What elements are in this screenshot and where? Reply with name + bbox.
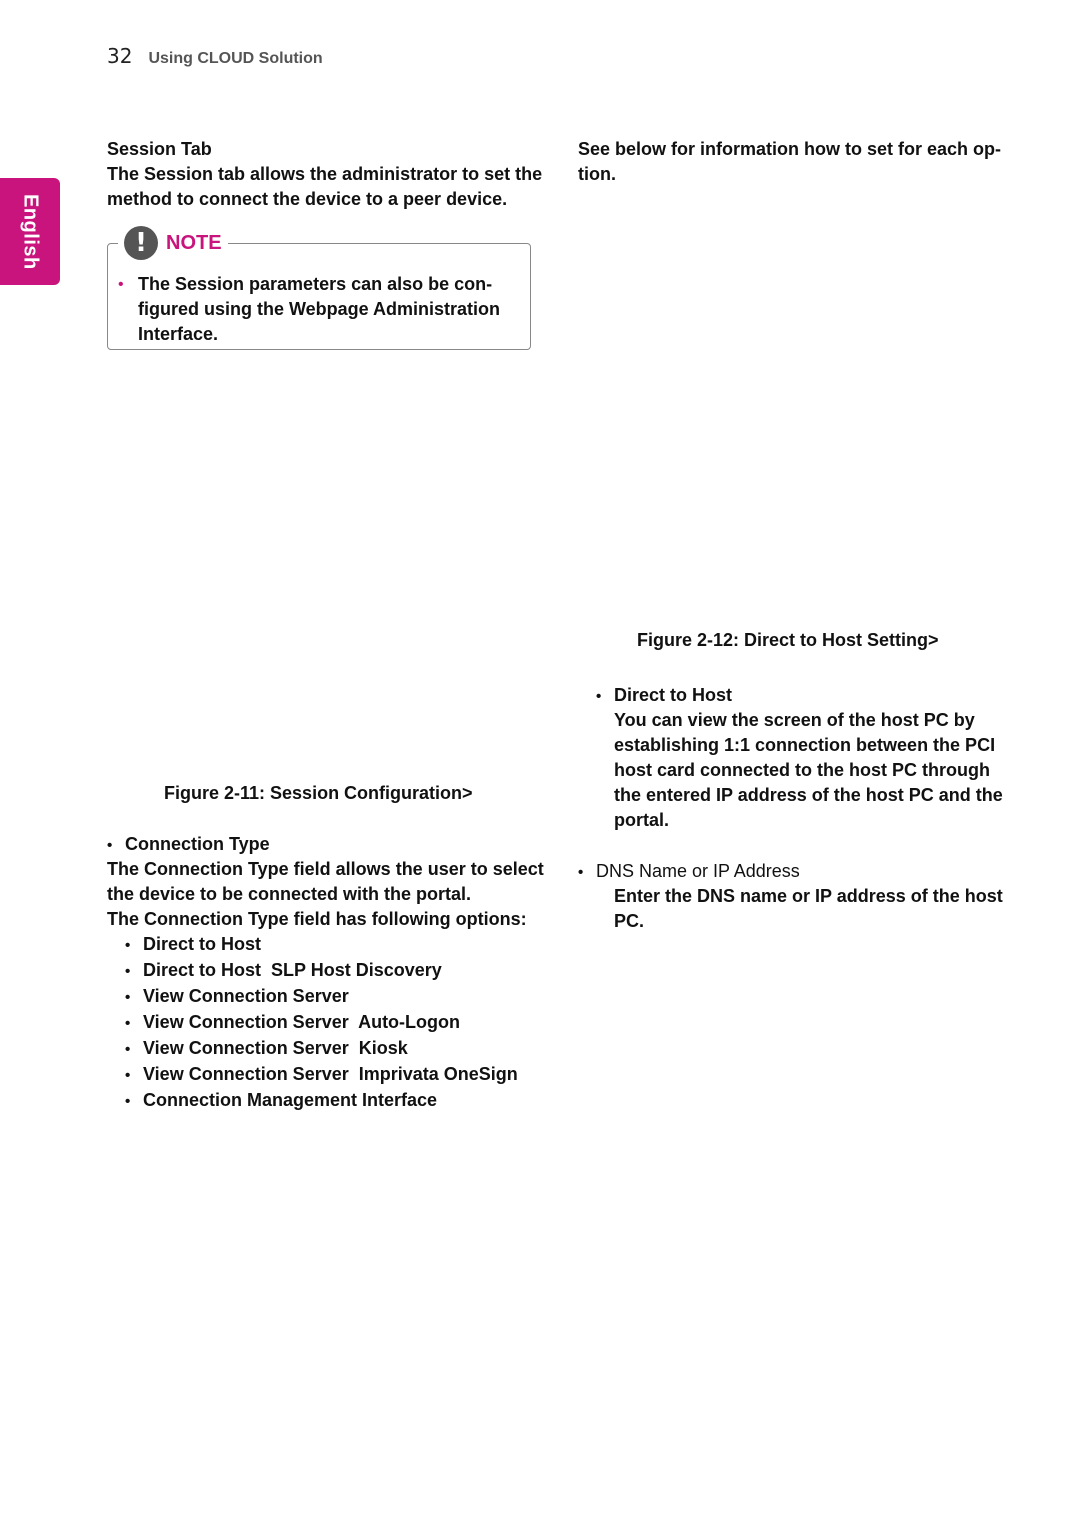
session-tab-heading: Session Tab bbox=[107, 139, 212, 159]
bullet-icon: • bbox=[125, 1041, 131, 1058]
bullet-icon: • bbox=[125, 1093, 131, 1110]
note-line: The Session parameters can also be con- bbox=[138, 274, 493, 294]
note-bullet-icon: • bbox=[118, 276, 124, 293]
language-label: English bbox=[19, 193, 42, 270]
section-title: Using CLOUD Solution bbox=[148, 50, 323, 67]
bullet-icon: • bbox=[125, 937, 131, 954]
bullet-icon: • bbox=[107, 837, 113, 854]
desc-line: PC. bbox=[614, 911, 645, 931]
option-label: Connection Management Interface bbox=[143, 1090, 438, 1110]
list-item: • View Connection Server bbox=[125, 984, 518, 1010]
connection-type-desc: The Connection Type field allows the use… bbox=[107, 857, 544, 932]
figure-caption-2-11: Figure 2-11: Session Configuration> bbox=[164, 783, 473, 803]
dns-name-title: • DNS Name or IP Address bbox=[578, 859, 800, 885]
list-item: • View Connection Server Auto-Logon bbox=[125, 1010, 518, 1036]
option-label: Direct to Host SLP Host Discovery bbox=[143, 960, 442, 980]
right-intro: See below for information how to set for… bbox=[578, 137, 1001, 187]
page-number: 32 bbox=[107, 44, 133, 68]
list-item: • View Connection Server Kiosk bbox=[125, 1036, 518, 1062]
bullet-icon: • bbox=[125, 989, 131, 1006]
bullet-icon: • bbox=[125, 963, 131, 980]
desc-line: portal. bbox=[614, 810, 670, 830]
desc-line: You can view the screen of the host PC b… bbox=[614, 710, 975, 730]
note-text: The Session parameters can also be con- … bbox=[138, 272, 500, 347]
option-label: View Connection Server Auto-Logon bbox=[143, 1012, 461, 1032]
desc-line: The Connection Type field allows the use… bbox=[107, 859, 544, 879]
desc-line: The Connection Type field has following … bbox=[107, 909, 527, 929]
direct-to-host-title: • Direct to Host bbox=[596, 683, 732, 709]
connection-type-title: • Connection Type bbox=[107, 832, 270, 858]
intro-line: tion. bbox=[578, 164, 616, 184]
desc-line: the device to be connected with the port… bbox=[107, 884, 472, 904]
item-title: Direct to Host bbox=[614, 685, 733, 705]
list-item: • Direct to Host bbox=[125, 932, 518, 958]
list-item: • Direct to Host SLP Host Discovery bbox=[125, 958, 518, 984]
page-header: 32 Using CLOUD Solution bbox=[107, 44, 323, 68]
note-line: figured using the Webpage Administration bbox=[138, 299, 501, 319]
exclamation-icon: ! bbox=[124, 226, 158, 260]
note-label: NOTE bbox=[166, 231, 222, 254]
desc-line: Enter the DNS name or IP address of the … bbox=[614, 886, 1003, 906]
dns-name-desc: Enter the DNS name or IP address of the … bbox=[614, 884, 1003, 934]
intro-line: The Session tab allows the administrator… bbox=[107, 164, 543, 184]
bullet-icon: • bbox=[596, 688, 602, 705]
desc-line: establishing 1:1 connection between the … bbox=[614, 735, 996, 755]
language-tab: English bbox=[0, 178, 60, 285]
bullet-icon: • bbox=[578, 864, 584, 881]
connection-options-list: • Direct to Host • Direct to Host SLP Host… bbox=[125, 932, 518, 1114]
figure-caption-2-12: Figure 2-12: Direct to Host Setting> bbox=[637, 630, 939, 650]
bullet-icon: • bbox=[125, 1067, 131, 1084]
intro-line: See below for information how to set for… bbox=[578, 139, 1002, 159]
option-label: View Connection Server Kiosk bbox=[143, 1038, 408, 1058]
bullet-icon: • bbox=[125, 1015, 131, 1032]
list-item: • Connection Management Interface bbox=[125, 1088, 518, 1114]
note-line: Interface. bbox=[138, 324, 219, 344]
connection-type-label: Connection Type bbox=[125, 834, 270, 854]
option-label: View Connection Server Imprivata OneSign bbox=[143, 1064, 518, 1084]
option-label: Direct to Host bbox=[143, 934, 262, 954]
option-label: View Connection Server bbox=[143, 986, 349, 1006]
desc-line: the entered IP address of the host PC an… bbox=[614, 785, 1003, 805]
item-title: DNS Name or IP Address bbox=[596, 861, 800, 881]
direct-to-host-desc: You can view the screen of the host PC b… bbox=[614, 708, 1003, 833]
note-header: ! NOTE bbox=[118, 226, 228, 260]
intro-line: method to connect the device to a peer d… bbox=[107, 189, 508, 209]
list-item: • View Connection Server Imprivata OneSig… bbox=[125, 1062, 518, 1088]
desc-line: host card connected to the host PC throu… bbox=[614, 760, 991, 780]
